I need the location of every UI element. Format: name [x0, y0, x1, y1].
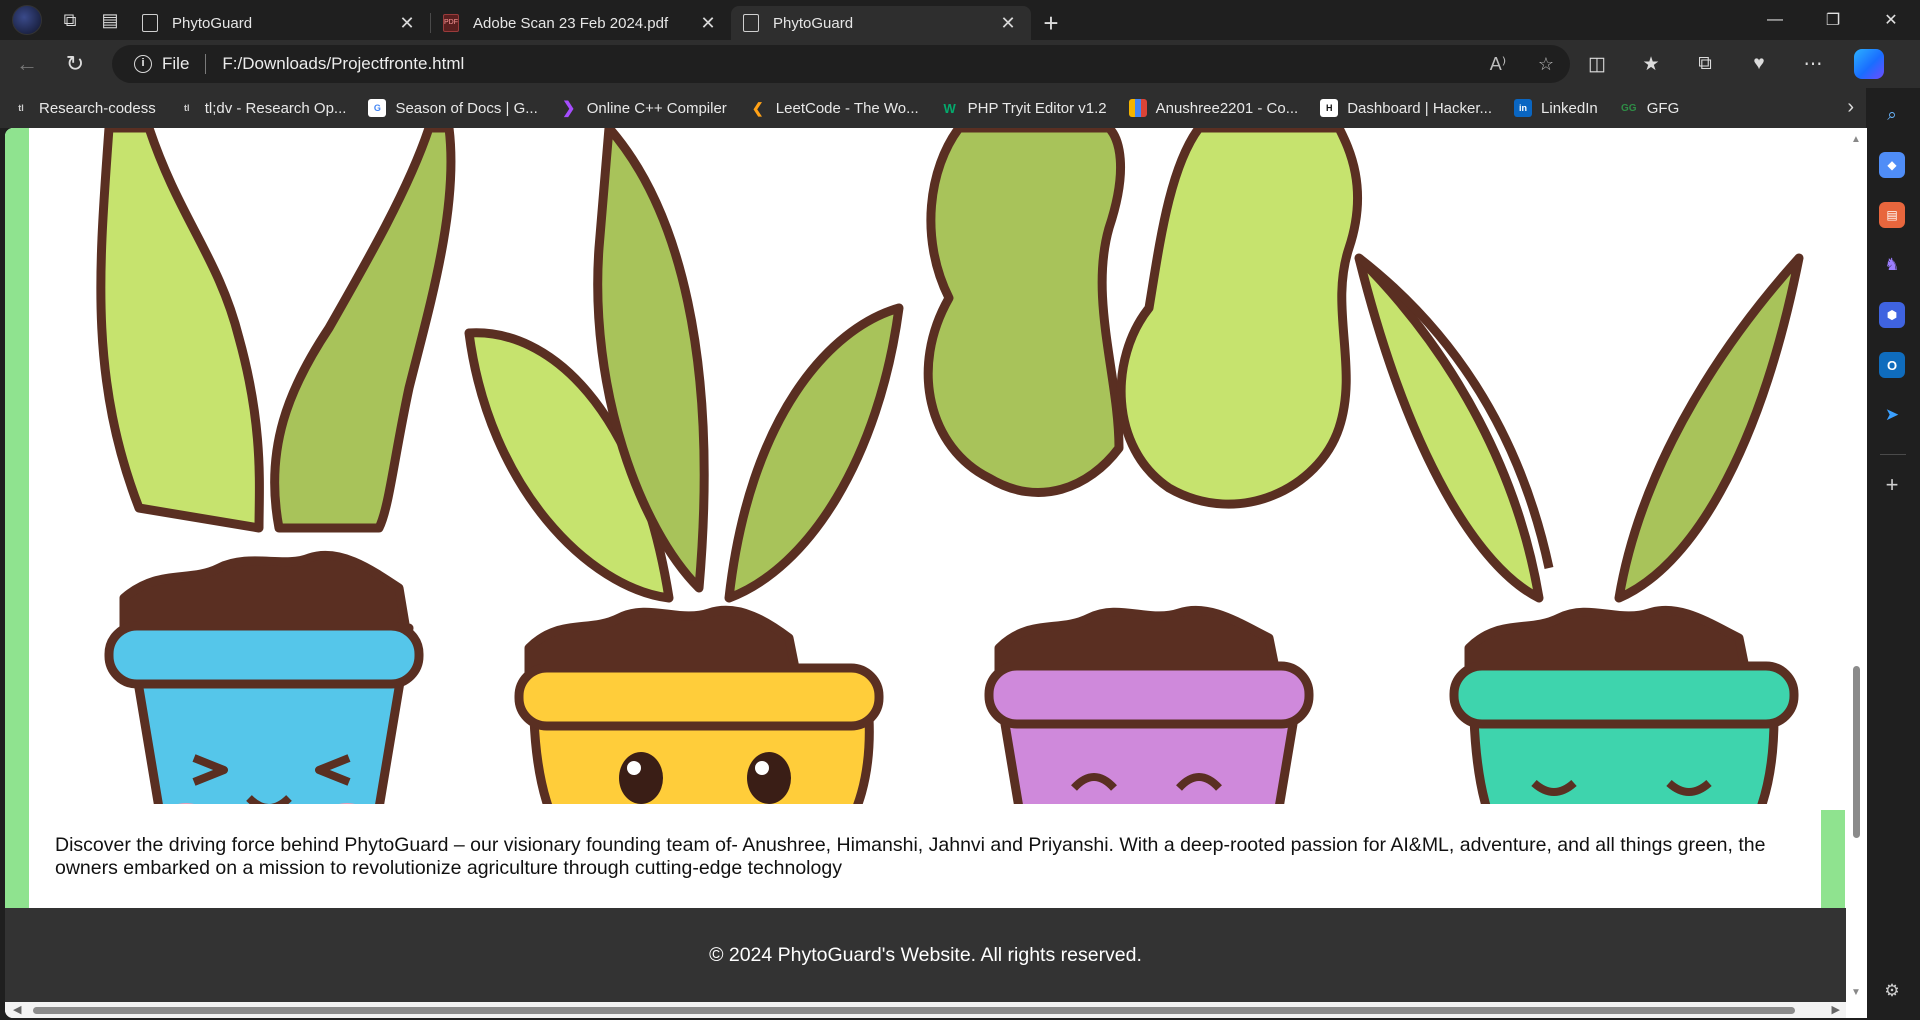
horizontal-scroll-thumb[interactable] [33, 1007, 1795, 1014]
page-viewport: Discover the driving force behind PhytoG… [5, 128, 1867, 1018]
workspaces-icon[interactable]: ⧉ [50, 0, 90, 40]
tldv-icon: tl [183, 103, 190, 113]
favorite-anushree2201[interactable]: Anushree2201 - Co... [1128, 99, 1299, 117]
read-aloud-icon[interactable]: A⁾ [1474, 54, 1522, 75]
about-team-paragraph: Discover the driving force behind PhytoG… [55, 834, 1766, 879]
hackerrank-icon: H [1320, 99, 1339, 117]
w3schools-icon: W [943, 100, 956, 116]
add-icon[interactable]: + [1879, 472, 1905, 498]
favorite-label: PHP Tryit Editor v1.2 [967, 99, 1107, 117]
favorite-label: LeetCode - The Wo... [775, 99, 919, 117]
tab-label: PhytoGuard [172, 14, 253, 32]
chevron-right-icon[interactable]: › [1847, 96, 1854, 119]
favorite-tldv[interactable]: tl tl;dv - Research Op... [178, 99, 347, 117]
vertical-scroll-thumb[interactable] [1853, 666, 1860, 838]
browser-essentials-icon[interactable]: ♥ [1732, 44, 1786, 84]
yellow-pot-plant [464, 128, 904, 804]
tab-phytoguard-active[interactable]: PhytoGuard ✕ [731, 6, 1031, 40]
compiler-icon: ❯ [562, 100, 576, 117]
teal-pot-plant [1354, 253, 1804, 804]
favorite-star-icon[interactable]: ☆ [1522, 54, 1570, 75]
linkedin-icon: in [1514, 99, 1533, 117]
chart-icon [1128, 99, 1147, 117]
horizontal-scrollbar[interactable]: ◀ ▶ [5, 1002, 1846, 1018]
info-icon[interactable]: i [134, 55, 152, 73]
back-button[interactable]: ← [6, 46, 48, 82]
new-tab-button[interactable]: + [1031, 6, 1071, 40]
favorite-label: Dashboard | Hacker... [1347, 99, 1493, 117]
favorite-gfg[interactable]: GG GFG [1620, 99, 1680, 117]
address-bar[interactable]: i File F:/Downloads/Projectfronte.html A… [112, 45, 1570, 83]
outlook-icon[interactable]: O [1879, 352, 1905, 378]
split-screen-icon[interactable]: ◫ [1570, 44, 1624, 84]
copyright-text: © 2024 PhytoGuard's Website. All rights … [709, 943, 1142, 966]
games-icon[interactable]: ♞ [1879, 252, 1905, 278]
close-window-icon[interactable]: ✕ [1862, 0, 1920, 40]
tab-adobe-scan[interactable]: PDF Adobe Scan 23 Feb 2024.pdf ✕ [431, 6, 731, 40]
page-icon [743, 14, 759, 32]
page-footer: © 2024 PhytoGuard's Website. All rights … [5, 908, 1846, 1002]
favorites-bar: tl Research-codess tl tl;dv - Research O… [0, 88, 1868, 128]
scroll-down-icon[interactable]: ▼ [1851, 987, 1861, 998]
tab-label: Adobe Scan 23 Feb 2024.pdf [473, 14, 669, 32]
search-icon[interactable]: ⌕ [1879, 102, 1905, 128]
blue-pot-plant [96, 128, 456, 804]
settings-gear-icon[interactable]: ⚙ [1879, 978, 1905, 1004]
tldv-icon: tl [18, 103, 24, 113]
address-divider [205, 54, 207, 74]
purple-pot-plant [923, 128, 1363, 804]
sidebar-divider [1880, 454, 1906, 455]
favorite-label: tl;dv - Research Op... [204, 99, 347, 117]
favorite-label: LinkedIn [1541, 99, 1598, 117]
refresh-button[interactable]: ↻ [54, 46, 96, 82]
vertical-scrollbar[interactable]: ▲ ▼ [1846, 128, 1867, 1002]
close-tab-icon[interactable]: ✕ [697, 13, 719, 34]
page-icon [142, 14, 158, 32]
tab-label: PhytoGuard [773, 14, 854, 32]
favorite-hackerrank[interactable]: H Dashboard | Hacker... [1320, 99, 1492, 117]
title-bar: ⧉ ▤ PhytoGuard ✕ PDF Adobe Scan 23 Feb 2… [0, 0, 1920, 40]
edge-sidebar: ⌕ ◆ ▤ ♞ ⬢ O ➤ + ⚙ [1866, 88, 1920, 1020]
favorite-label: GFG [1646, 99, 1680, 117]
scroll-left-icon[interactable]: ◀ [13, 1003, 21, 1016]
scroll-up-icon[interactable]: ▲ [1851, 134, 1861, 145]
favorite-php-tryit[interactable]: W PHP Tryit Editor v1.2 [941, 99, 1107, 117]
favorite-label: Anushree2201 - Co... [1155, 99, 1299, 117]
copilot-icon[interactable] [1854, 49, 1884, 79]
shopping-tag-icon[interactable]: ◆ [1879, 152, 1905, 178]
favorite-online-cpp[interactable]: ❯ Online C++ Compiler [560, 99, 727, 118]
url-text[interactable]: F:/Downloads/Projectfronte.html [222, 54, 464, 74]
leetcode-icon: ❮ [751, 99, 764, 116]
more-menu-icon[interactable]: ⋯ [1786, 44, 1840, 84]
tab-phytoguard-1[interactable]: PhytoGuard ✕ [130, 6, 430, 40]
collections-icon[interactable]: ⧉ [1678, 44, 1732, 84]
send-icon[interactable]: ➤ [1879, 402, 1905, 428]
favorite-leetcode[interactable]: ❮ LeetCode - The Wo... [749, 99, 919, 117]
scheme-label: File [162, 54, 190, 73]
green-accent-left [5, 128, 29, 908]
green-accent-right [1821, 810, 1845, 908]
restore-icon[interactable]: ❐ [1804, 0, 1862, 40]
microsoft-365-icon[interactable]: ⬢ [1879, 302, 1905, 328]
close-tab-icon[interactable]: ✕ [997, 13, 1019, 34]
favorite-linkedin[interactable]: in LinkedIn [1514, 99, 1598, 117]
tools-briefcase-icon[interactable]: ▤ [1879, 202, 1905, 228]
scroll-right-icon[interactable]: ▶ [1832, 1003, 1840, 1016]
google-icon: G [368, 99, 387, 117]
favorites-icon[interactable]: ★ [1624, 44, 1678, 84]
close-tab-icon[interactable]: ✕ [396, 13, 418, 34]
profile-avatar[interactable] [12, 5, 42, 35]
window-controls: — ❐ ✕ [1746, 0, 1920, 40]
gfg-icon: GG [1620, 102, 1637, 114]
favorite-label: Research-codess [39, 99, 156, 117]
favorite-label: Online C++ Compiler [586, 99, 727, 117]
plant-pots-illustration [96, 128, 1804, 804]
favorite-season-of-docs[interactable]: G Season of Docs | G... [368, 99, 538, 117]
favorite-research-codess[interactable]: tl Research-codess [12, 99, 156, 117]
tab-actions-icon[interactable]: ▤ [90, 0, 130, 40]
favorite-label: Season of Docs | G... [395, 99, 538, 117]
pdf-icon: PDF [443, 14, 459, 32]
minimize-icon[interactable]: — [1746, 0, 1804, 40]
navigation-bar: ← ↻ i File F:/Downloads/Projectfronte.ht… [0, 40, 1920, 88]
